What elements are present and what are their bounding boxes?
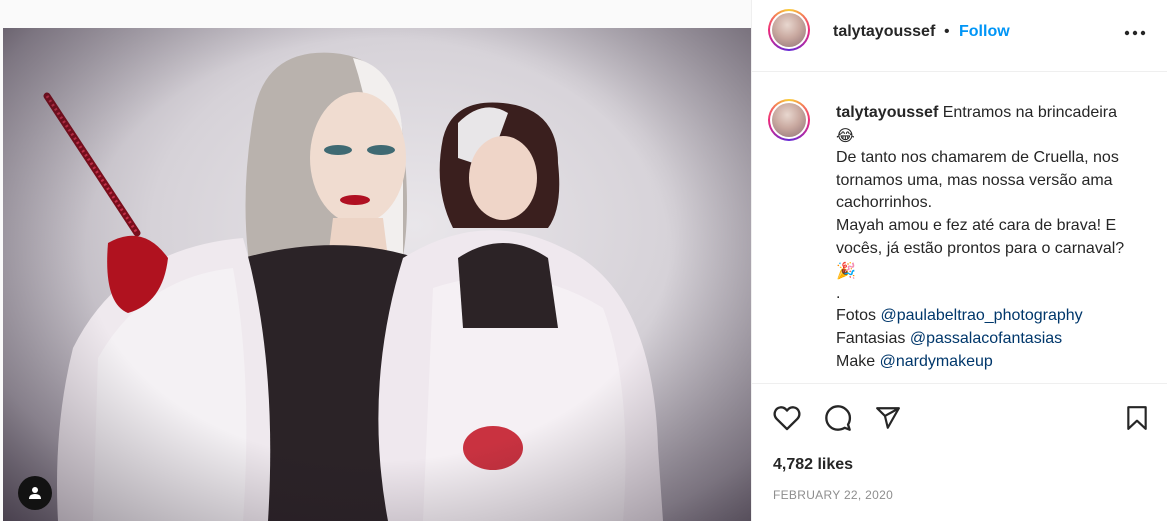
follow-button[interactable]: Follow: [959, 23, 1010, 41]
avatar-image: [772, 103, 806, 137]
caption-emoji: 😂: [836, 125, 855, 145]
caption-block: talytayoussef Entramos na brincadeira 😂 …: [752, 72, 1167, 382]
save-button[interactable]: [1122, 403, 1152, 433]
caption-line: tornamos uma, mas nossa versão ama: [836, 171, 1113, 189]
header-avatar[interactable]: [768, 9, 810, 51]
share-button[interactable]: [873, 403, 903, 433]
photo-vignette: [3, 28, 751, 521]
more-horizontal-icon: [1124, 30, 1146, 36]
comment-button[interactable]: [823, 403, 853, 433]
person-icon: [29, 487, 41, 499]
caption-line: cachorrinhos.: [836, 194, 933, 212]
credit-mention[interactable]: @nardymakeup: [880, 353, 993, 370]
credit-mention[interactable]: @paulabeltrao_photography: [880, 307, 1082, 324]
like-button[interactable]: [772, 403, 802, 433]
media-column: [0, 0, 751, 521]
caption-line: vocês, já estão prontos para o carnaval?: [836, 239, 1125, 257]
post-side-panel: talytayoussef • Follow talytayoussef Ent…: [751, 0, 1167, 521]
caption-username[interactable]: talytayoussef: [836, 104, 938, 121]
caption-avatar[interactable]: [768, 99, 810, 141]
avatar-image: [772, 13, 806, 47]
caption-line: De tanto nos chamarem de Cruella, nos: [836, 149, 1119, 167]
heart-icon: [773, 406, 801, 431]
comment-icon: [825, 405, 852, 431]
caption-line: Mayah amou e fez até cara de brava! E: [836, 216, 1117, 234]
credit-label: Fotos: [836, 307, 877, 325]
credit-label: Fantasias: [836, 329, 906, 347]
post-date[interactable]: FEBRUARY 22, 2020: [773, 488, 893, 502]
likes-count[interactable]: 4,782 likes: [773, 456, 853, 474]
user-tags-button[interactable]: [18, 476, 52, 510]
header-username[interactable]: talytayoussef: [833, 23, 935, 41]
caption-emoji: 🎉: [836, 261, 856, 281]
bookmark-icon: [1127, 406, 1147, 430]
paper-plane-icon: [876, 407, 900, 429]
more-options-button[interactable]: [1122, 20, 1148, 46]
caption-line: Entramos na brincadeira: [942, 104, 1118, 121]
caption-text: talytayoussef Entramos na brincadeira 😂 …: [836, 102, 1156, 373]
credit-label: Make: [836, 352, 876, 370]
separator-dot: •: [944, 23, 950, 40]
post-header: talytayoussef • Follow: [752, 0, 1167, 72]
credit-mention[interactable]: @passalacofantasias: [910, 330, 1062, 347]
post-actions: 4,782 likes FEBRUARY 22, 2020: [752, 383, 1167, 522]
post-photo[interactable]: [3, 28, 751, 521]
caption-line: .: [836, 284, 841, 302]
